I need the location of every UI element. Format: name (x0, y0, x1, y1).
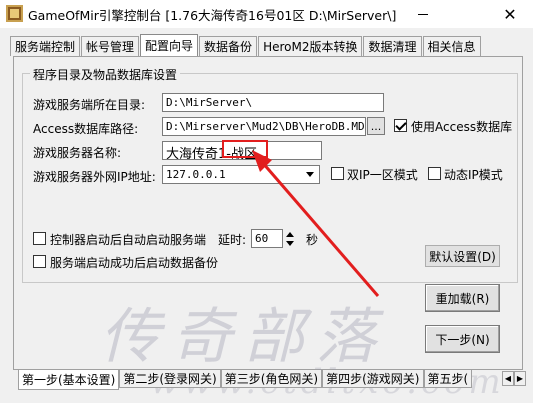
annotation-arrow (252, 150, 380, 297)
arrow-shaft (260, 161, 380, 297)
